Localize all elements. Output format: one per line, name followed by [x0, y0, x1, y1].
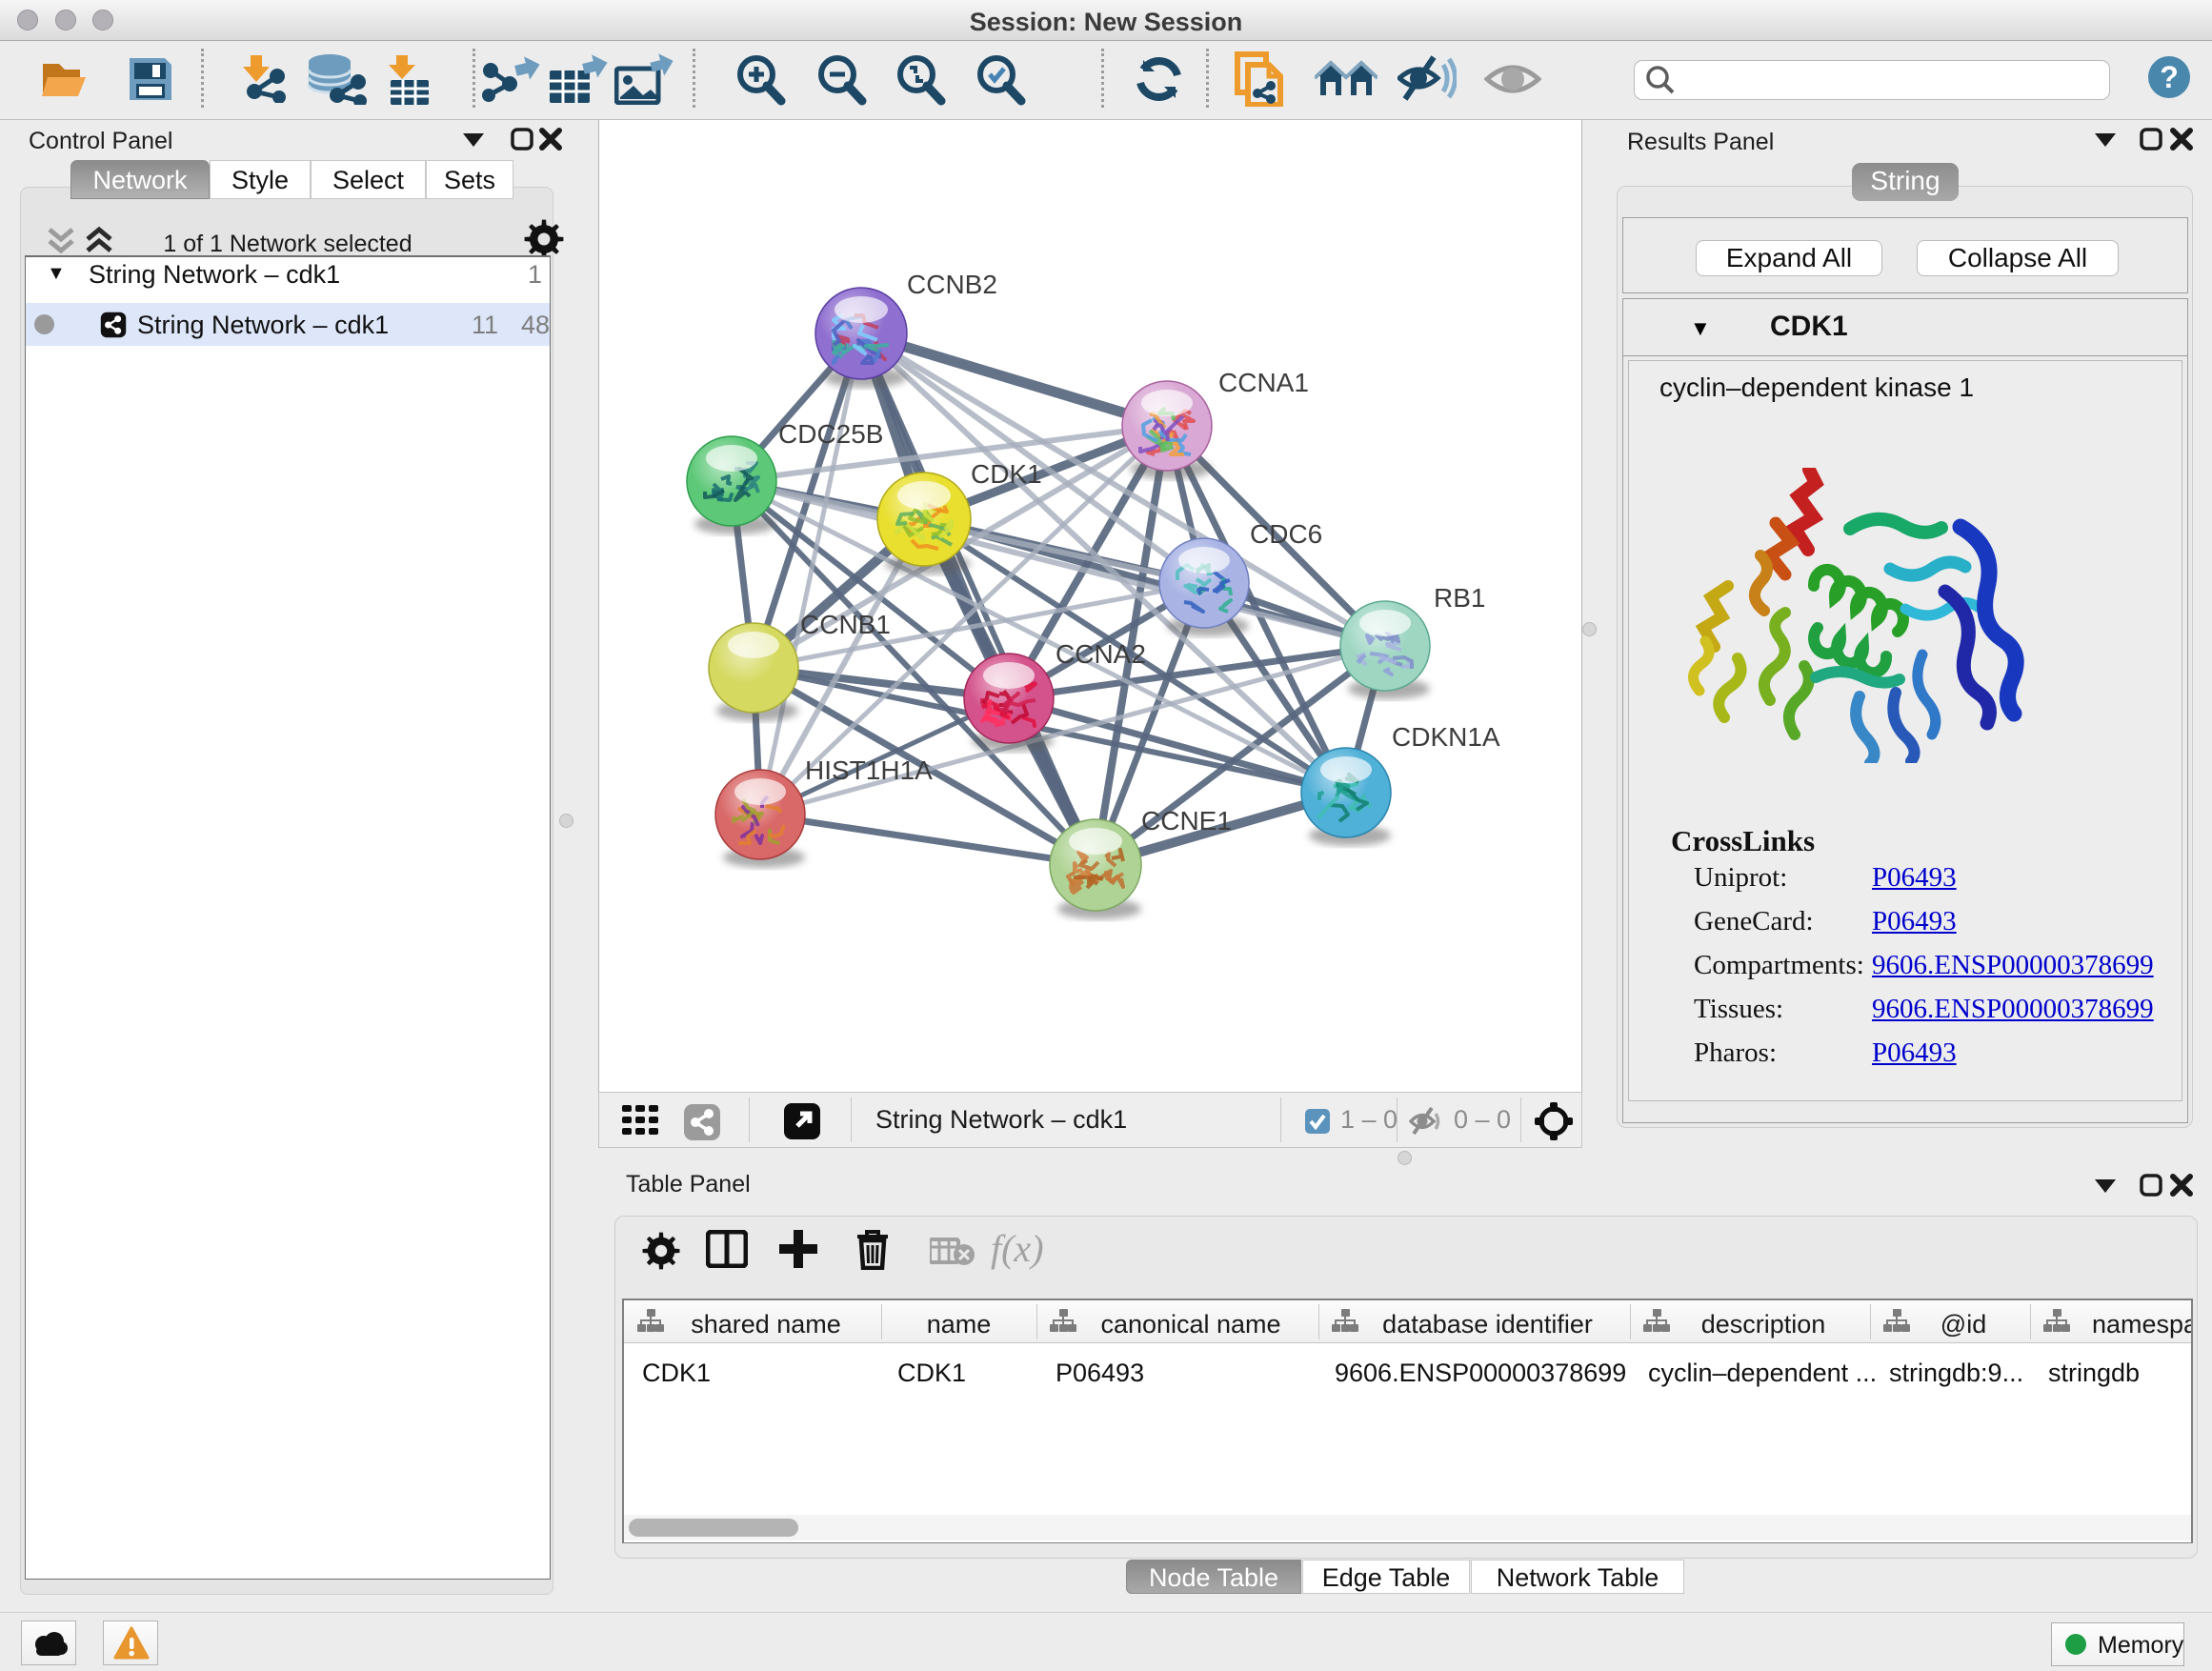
svg-text:CDKN1A: CDKN1A	[1392, 722, 1500, 752]
svg-text:CCNB2: CCNB2	[907, 270, 997, 299]
svg-text:?: ?	[2160, 60, 2179, 94]
svg-text:CCNA1: CCNA1	[1218, 368, 1309, 397]
svg-text:CDC6: CDC6	[1250, 519, 1322, 549]
svg-text:CDK1: CDK1	[971, 459, 1042, 489]
svg-text:CCNA2: CCNA2	[1056, 639, 1146, 669]
svg-text:RB1: RB1	[1434, 583, 1485, 613]
svg-text:CCNB1: CCNB1	[800, 610, 891, 639]
svg-text:HIST1H1A: HIST1H1A	[805, 755, 933, 785]
svg-text:CDC25B: CDC25B	[778, 419, 883, 449]
svg-text:CCNE1: CCNE1	[1141, 806, 1232, 836]
